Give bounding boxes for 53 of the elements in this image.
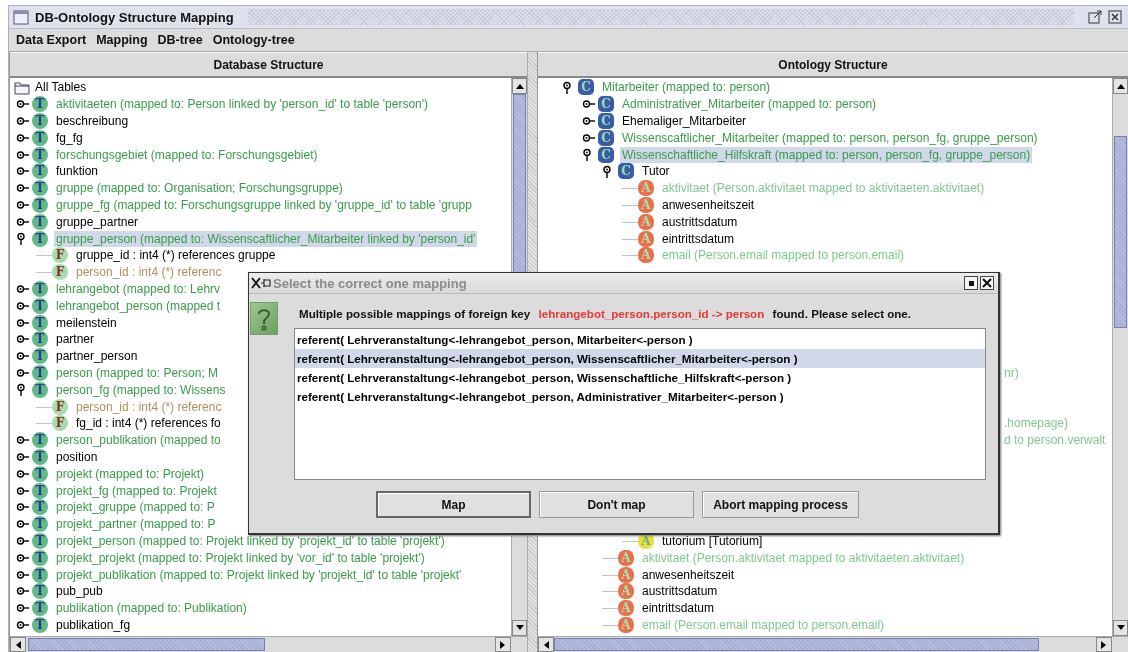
table-icon: T: [32, 364, 48, 381]
table-icon: T: [32, 616, 48, 633]
attribute-icon: A: [618, 600, 634, 617]
table-icon: T: [32, 549, 48, 566]
attribute-icon: A: [638, 196, 654, 213]
table-icon: T: [32, 163, 48, 180]
table-icon: T: [32, 213, 48, 230]
field-icon: F: [52, 247, 68, 264]
field-icon: F: [52, 415, 68, 432]
panel-header: Database Structure: [213, 57, 324, 72]
attribute-icon: A: [618, 549, 634, 566]
table-icon: T: [32, 532, 48, 549]
table-icon: T: [32, 465, 48, 482]
attribute-icon: A: [638, 247, 654, 264]
attribute-icon: A: [618, 616, 634, 633]
dialog-title: Select the correct one mapping: [273, 275, 468, 291]
attribute-icon: A: [638, 213, 654, 230]
table-icon: T: [32, 482, 48, 499]
table-icon: T: [32, 448, 48, 465]
table-icon: T: [32, 499, 48, 516]
attribute-icon: A: [618, 583, 634, 600]
attribute-icon: A: [638, 180, 654, 197]
table-icon: T: [32, 180, 48, 197]
panel-header: Ontology Structure: [778, 57, 888, 72]
field-icon: F: [52, 398, 68, 415]
table-icon: T: [32, 230, 48, 247]
table-icon: T: [32, 516, 48, 533]
table-icon: T: [32, 566, 48, 583]
class-icon: C: [598, 129, 614, 146]
table-icon: T: [32, 331, 48, 348]
class-icon: C: [598, 96, 614, 113]
attribute-icon: A: [618, 566, 634, 583]
attribute-icon: A: [638, 230, 654, 247]
class-icon: C: [598, 113, 614, 129]
table-icon: T: [32, 381, 48, 398]
table-icon: T: [32, 146, 48, 163]
class-icon: C: [618, 163, 634, 180]
window-title: DB-Ontology Structure Mapping: [35, 9, 234, 25]
class-icon: C: [598, 146, 614, 163]
table-icon: T: [32, 314, 48, 331]
table-icon: T: [32, 280, 48, 297]
table-icon: T: [32, 600, 48, 617]
table-icon: T: [32, 113, 48, 129]
table-icon: T: [32, 348, 48, 365]
class-icon: C: [578, 79, 594, 96]
table-icon: T: [32, 129, 48, 146]
table-icon: T: [32, 432, 48, 449]
dialog-message: Multiple possible mappings of foreign key lehrangebot_person.person_id -> person found. Please select one.: [298, 306, 913, 320]
table-icon: T: [32, 96, 48, 113]
table-icon: T: [32, 297, 48, 314]
table-icon: T: [32, 583, 48, 600]
table-icon: T: [32, 196, 48, 213]
field-icon: F: [52, 264, 68, 281]
